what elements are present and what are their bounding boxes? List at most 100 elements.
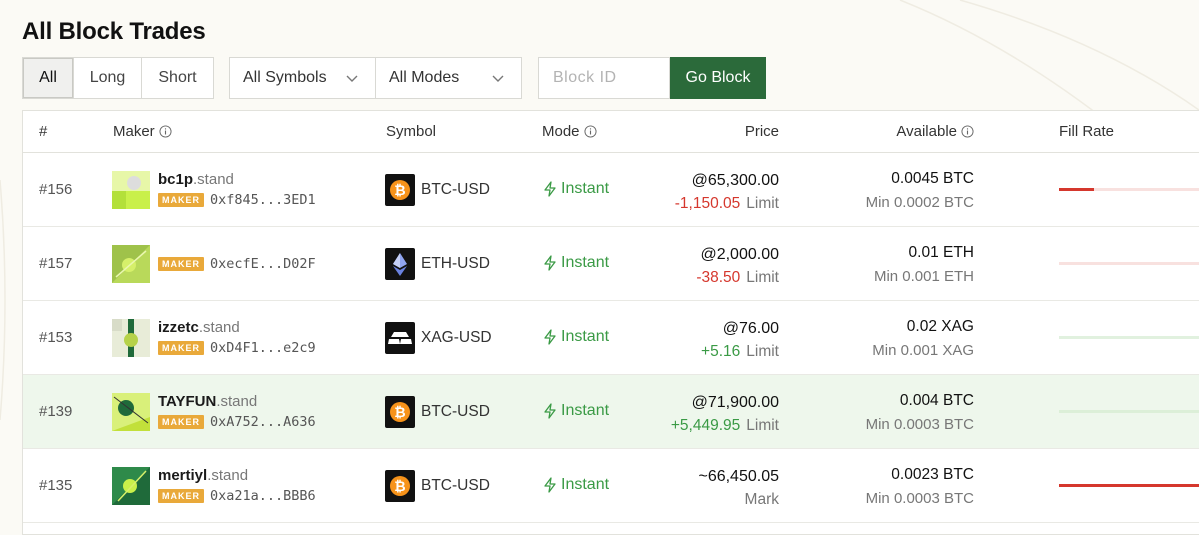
mode-text: Instant xyxy=(561,328,610,345)
table-row[interactable]: #153 izzetc.stand MAKER 0xD4F1...e2c9 XA… xyxy=(23,301,1199,375)
block-trades-table: # Maker Symbol Mode Price Available Fill… xyxy=(22,110,1199,535)
filter-long-button[interactable]: Long xyxy=(74,58,142,98)
row-index: #139 xyxy=(39,403,73,420)
modes-select[interactable]: All Modes xyxy=(375,57,522,99)
info-icon[interactable] xyxy=(159,125,172,138)
min-amount: Min 0.0003 BTC xyxy=(865,490,974,507)
price-type: Limit xyxy=(746,195,779,212)
maker-handle: TAYFUN xyxy=(158,393,217,410)
maker-suffix: .stand xyxy=(207,467,249,484)
info-icon[interactable] xyxy=(583,125,597,138)
bitcoin-icon: ₿ xyxy=(385,174,415,206)
maker-info: MAKER 0xf845...3ED1 xyxy=(158,192,316,208)
maker-name[interactable]: mertiyl.stand xyxy=(158,467,248,484)
mode-label: Instant xyxy=(543,254,609,272)
maker-info: MAKER 0xD4F1...e2c9 xyxy=(158,340,316,356)
table-row[interactable]: #139 TAYFUN.stand MAKER 0xA752...A636 ₿ … xyxy=(23,375,1199,449)
svg-text:₿: ₿ xyxy=(394,182,405,198)
maker-address[interactable]: 0xa21a...BBB6 xyxy=(210,488,316,504)
price-value: @76.00 xyxy=(722,320,779,337)
maker-address[interactable]: 0xf845...3ED1 xyxy=(210,192,316,208)
filter-short-button[interactable]: Short xyxy=(142,58,213,98)
fill-rate-bar xyxy=(1059,188,1199,191)
symbol-label: BTC-USD xyxy=(421,181,490,198)
header-mode-label: Mode xyxy=(542,123,580,140)
maker-badge: MAKER xyxy=(158,489,204,503)
table-row[interactable]: #135 mertiyl.stand MAKER 0xa21a...BBB6 ₿… xyxy=(23,449,1199,523)
header-mode: Mode xyxy=(542,123,597,140)
fill-rate-bar xyxy=(1059,484,1199,487)
price-detail: Mark xyxy=(745,491,779,509)
go-block-button[interactable]: Go Block xyxy=(670,57,766,99)
maker-handle: bc1p xyxy=(158,171,194,188)
bitcoin-icon: ₿ xyxy=(385,470,415,502)
row-index: #157 xyxy=(39,255,73,272)
maker-badge: MAKER xyxy=(158,415,204,429)
maker-info: MAKER 0xecfE...D02F xyxy=(158,256,316,272)
chevron-down-icon xyxy=(346,75,358,82)
min-amount: Min 0.001 ETH xyxy=(873,268,974,285)
maker-name[interactable]: bc1p.stand xyxy=(158,171,234,188)
maker-badge: MAKER xyxy=(158,257,204,271)
available-amount: 0.0045 BTC xyxy=(891,170,974,187)
maker-info: MAKER 0xa21a...BBB6 xyxy=(158,488,316,504)
table-row[interactable]: #157 MAKER 0xecfE...D02F ETH-USD Instant… xyxy=(23,227,1199,301)
maker-name[interactable]: TAYFUN.stand xyxy=(158,393,257,410)
maker-info: MAKER 0xA752...A636 xyxy=(158,414,316,430)
bitcoin-icon: ₿ xyxy=(385,396,415,428)
ethereum-icon xyxy=(385,248,415,280)
header-available-label: Available xyxy=(896,123,957,140)
row-index: #156 xyxy=(39,181,73,198)
header-symbol: Symbol xyxy=(386,123,437,140)
header-available: Available xyxy=(896,123,974,140)
available-amount: 0.0023 BTC xyxy=(891,466,974,483)
mode-label: Instant xyxy=(543,402,609,420)
price-detail: +5,449.95 Limit xyxy=(671,417,779,435)
price-delta: +5,449.95 xyxy=(670,417,741,434)
maker-address[interactable]: 0xecfE...D02F xyxy=(210,256,316,272)
price-delta: +5.16 xyxy=(701,343,741,360)
modes-select-value: All Modes xyxy=(389,69,460,86)
price-type: Mark xyxy=(744,491,779,508)
min-amount: Min 0.0003 BTC xyxy=(865,416,974,433)
price-detail: +5.16 Limit xyxy=(701,343,779,361)
side-filter: All Long Short xyxy=(22,57,214,99)
maker-suffix: .stand xyxy=(198,319,240,336)
fill-rate-progress xyxy=(1059,484,1199,487)
maker-name[interactable]: izzetc.stand xyxy=(158,319,240,336)
fill-rate-bar xyxy=(1059,262,1199,265)
maker-address[interactable]: 0xA752...A636 xyxy=(210,414,316,430)
table-header: # Maker Symbol Mode Price Available Fill… xyxy=(23,111,1199,153)
price-detail: -38.50 Limit xyxy=(696,269,779,287)
available-amount: 0.004 BTC xyxy=(899,392,974,409)
min-amount: Min 0.001 XAG xyxy=(872,342,974,359)
fill-rate-progress xyxy=(1059,188,1095,191)
price-value: ~66,450.05 xyxy=(698,468,779,485)
symbols-select[interactable]: All Symbols xyxy=(229,57,376,99)
maker-suffix: .stand xyxy=(216,393,258,410)
page-title: All Block Trades xyxy=(22,18,206,45)
filter-all-button[interactable]: All xyxy=(23,58,74,98)
row-index: #153 xyxy=(39,329,73,346)
lightning-icon xyxy=(544,477,556,493)
lightning-icon xyxy=(544,255,556,271)
block-id-input[interactable] xyxy=(538,57,670,99)
table-row[interactable]: #156 bc1p.stand MAKER 0xf845...3ED1 ₿ BT… xyxy=(23,153,1199,227)
price-value: @65,300.00 xyxy=(691,172,779,189)
info-icon[interactable] xyxy=(961,125,974,138)
available-amount: 0.01 ETH xyxy=(908,244,974,261)
symbol-label: ETH-USD xyxy=(421,255,490,272)
maker-handle: izzetc xyxy=(158,319,199,336)
maker-handle: mertiyl xyxy=(158,467,208,484)
maker-avatar xyxy=(112,467,150,505)
maker-address[interactable]: 0xD4F1...e2c9 xyxy=(210,340,316,356)
price-detail: -1,150.05 Limit xyxy=(675,195,779,213)
svg-text:₿: ₿ xyxy=(394,404,405,420)
row-index: #135 xyxy=(39,477,73,494)
price-value: @71,900.00 xyxy=(691,394,779,411)
svg-text:₿: ₿ xyxy=(394,478,405,494)
lightning-icon xyxy=(544,403,556,419)
header-price: Price xyxy=(744,123,779,140)
header-maker: Maker xyxy=(113,123,172,140)
symbol-label: BTC-USD xyxy=(421,403,490,420)
